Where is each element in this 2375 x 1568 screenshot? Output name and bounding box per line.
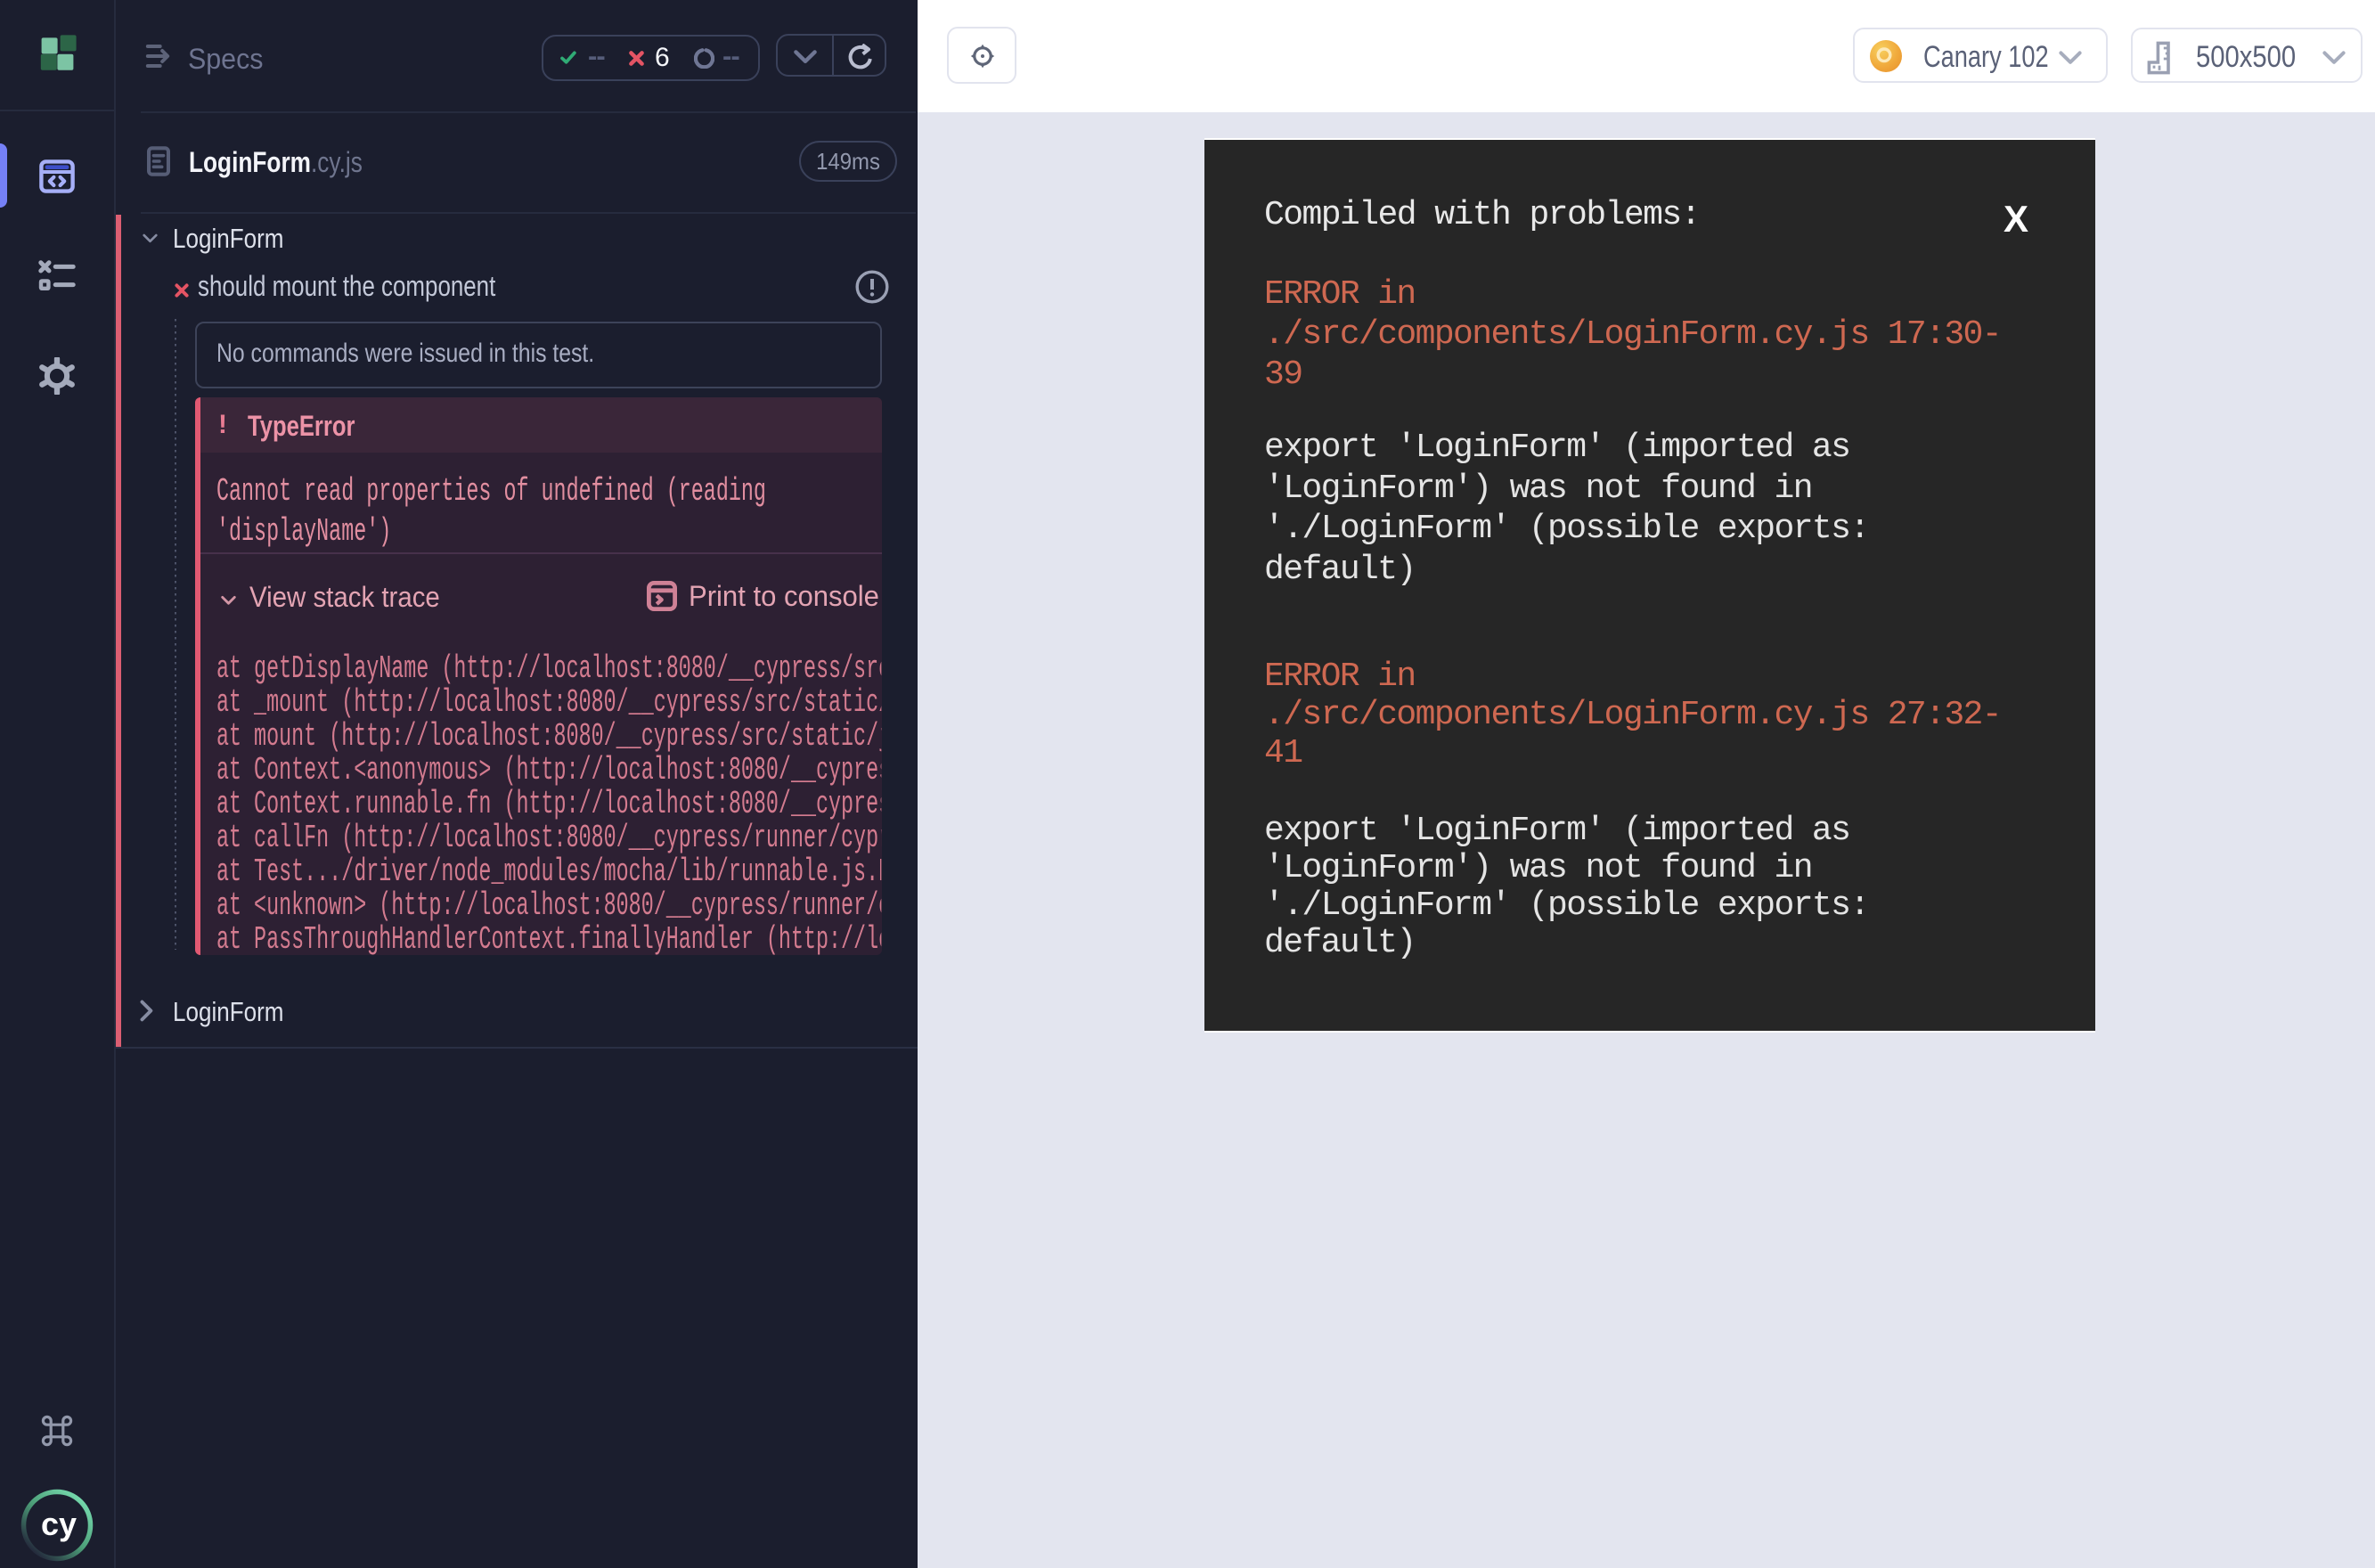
svg-text:cy: cy [41,1506,77,1542]
